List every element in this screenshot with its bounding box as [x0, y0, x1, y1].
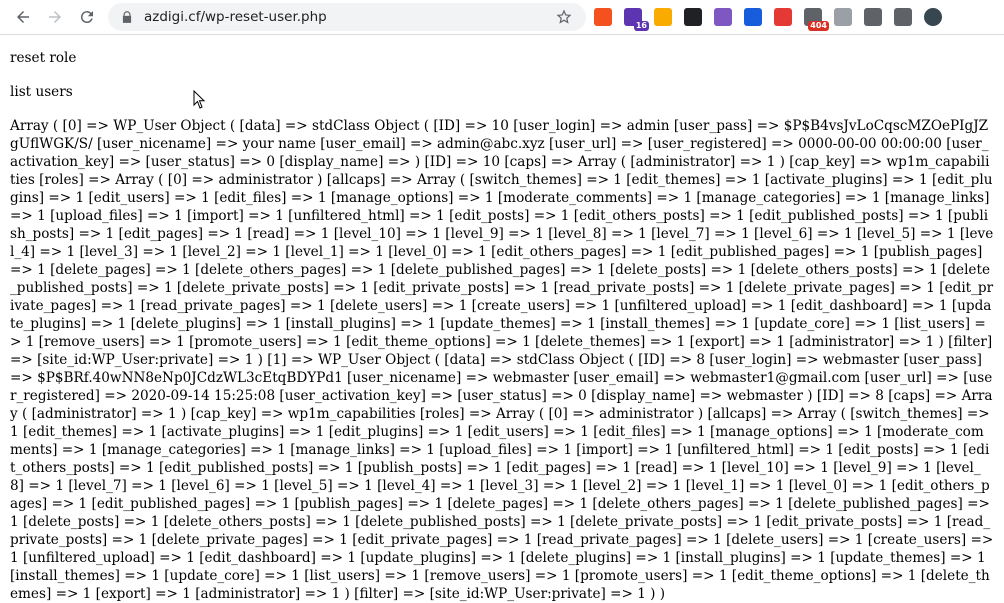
browser-toolbar: azdigi.cf/wp-reset-user.php 16 404: [0, 0, 1004, 35]
extension-badge: 16: [633, 21, 649, 31]
reload-button[interactable]: [73, 3, 101, 31]
back-button[interactable]: [9, 3, 37, 31]
headphones-icon[interactable]: 404: [804, 8, 829, 31]
lock-icon[interactable]: [120, 10, 134, 24]
reload-icon: [80, 11, 93, 24]
forward-button[interactable]: [41, 3, 69, 31]
qr-code-icon[interactable]: [864, 8, 882, 26]
graduation-cap-icon[interactable]: 16: [624, 8, 649, 31]
list-users-heading: list users: [10, 84, 73, 100]
alert-triangle-icon[interactable]: [774, 8, 792, 26]
arrow-left-icon: [17, 11, 29, 23]
profile-avatar-icon[interactable]: [924, 8, 942, 26]
address-bar[interactable]: azdigi.cf/wp-reset-user.php: [108, 3, 586, 31]
reset-role-heading: reset role: [10, 50, 77, 66]
puzzle-icon[interactable]: [894, 8, 912, 26]
url-text[interactable]: azdigi.cf/wp-reset-user.php: [144, 9, 327, 25]
extensions-bar: 16 404: [594, 6, 954, 31]
cloud-icon[interactable]: [834, 8, 852, 26]
lock-extension-icon[interactable]: [654, 8, 672, 26]
bookmark-star-icon[interactable]: [556, 9, 572, 25]
feather-icon[interactable]: [714, 8, 732, 26]
bitwarden-icon[interactable]: [744, 8, 762, 26]
extension-badge: 404: [808, 21, 829, 31]
arrow-right-icon: [49, 11, 61, 23]
user-array-dump: Array ( [0] => WP_User Object ( [data] =…: [10, 118, 994, 602]
id-extension-icon[interactable]: [684, 8, 702, 26]
page-content: reset role list users Array ( [0] => WP_…: [0, 35, 1004, 603]
mouse-cursor-icon: [193, 90, 206, 109]
extension-orange-icon[interactable]: [594, 8, 612, 26]
